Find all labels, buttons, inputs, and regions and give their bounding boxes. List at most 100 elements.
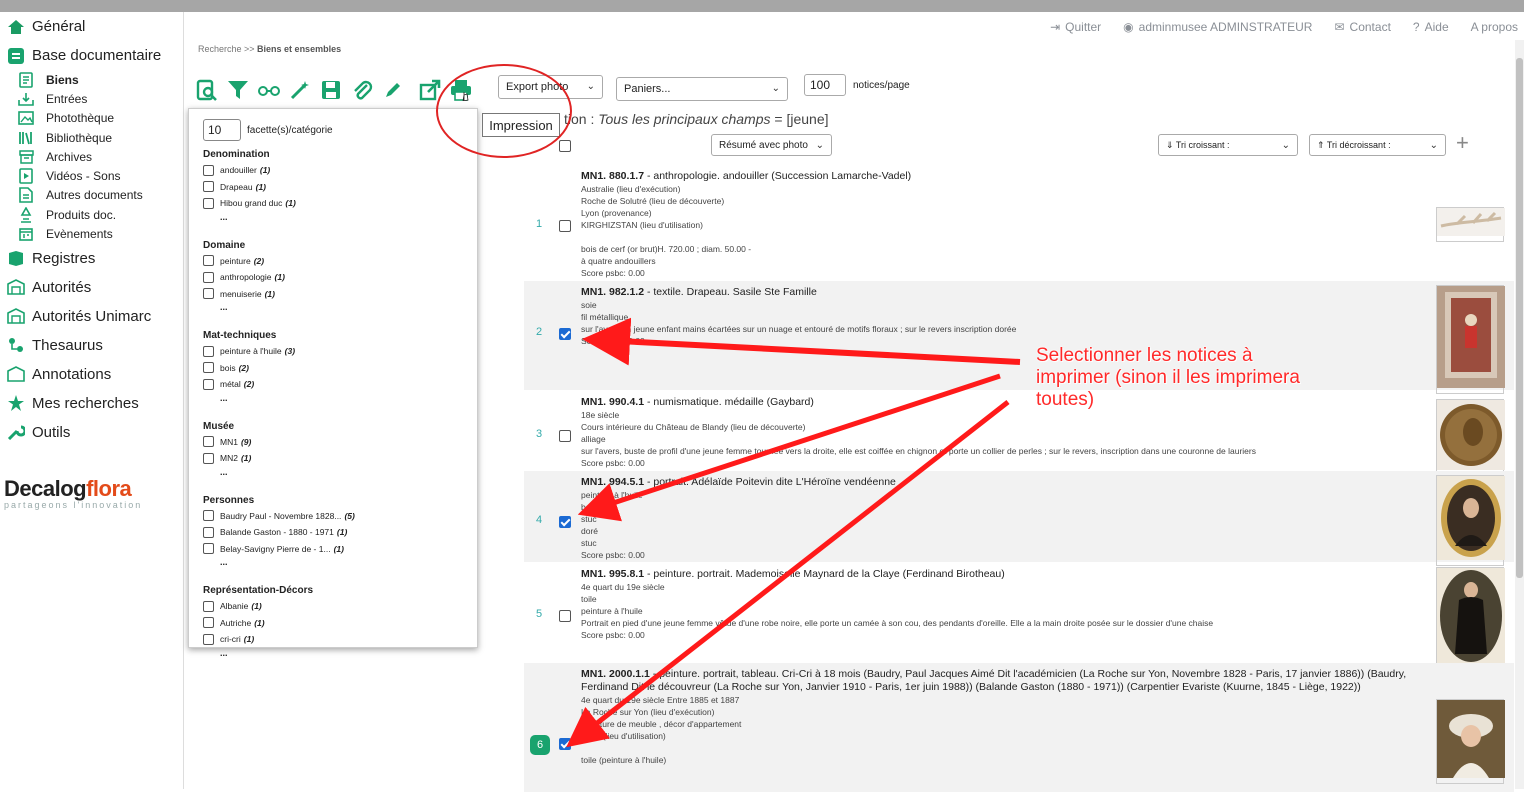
sidebar-item-phototh-que[interactable]: Photothèque: [0, 109, 183, 128]
help-link[interactable]: ? Aide: [1413, 20, 1449, 34]
facet-item[interactable]: Hibou grand duc (1): [203, 195, 463, 212]
facet-item[interactable]: Drapeau (1): [203, 179, 463, 196]
result-title[interactable]: MN1. 994.5.1 - portrait. Adélaïde Poitev…: [581, 476, 1431, 489]
facet-more-link[interactable]: ...: [203, 302, 463, 316]
facet-more-link[interactable]: ...: [203, 212, 463, 226]
sidebar-item-entr-es[interactable]: Entrées: [0, 89, 183, 108]
nav-base-documentaire[interactable]: Base documentaire: [0, 41, 183, 70]
sidebar-item-archives[interactable]: Archives: [0, 147, 183, 166]
display-mode-select[interactable]: Résumé avec photo ⌄: [711, 134, 832, 156]
contact-link[interactable]: ✉ Contact: [1334, 20, 1390, 34]
quit-link[interactable]: ⇥ Quitter: [1050, 20, 1101, 34]
facet-count-input[interactable]: 10: [203, 119, 241, 141]
facet-item[interactable]: bois (2): [203, 360, 463, 377]
result-checkbox[interactable]: [559, 430, 571, 442]
facet-item[interactable]: métal (2): [203, 376, 463, 393]
result-thumbnail[interactable]: [1436, 475, 1505, 566]
baskets-select[interactable]: Paniers... ⌄: [616, 77, 788, 101]
facet-checkbox[interactable]: [203, 617, 214, 629]
facet-more-link[interactable]: ...: [203, 467, 463, 481]
facet-checkbox[interactable]: [203, 288, 214, 300]
facet-item[interactable]: anthropologie (1): [203, 269, 463, 286]
facet-item[interactable]: Balande Gaston - 1880 - 1971 (1): [203, 524, 463, 541]
nav-mes-recherches[interactable]: Mes recherches: [0, 389, 183, 418]
select-all-checkbox[interactable]: [559, 140, 571, 152]
result-checkbox[interactable]: [559, 328, 571, 340]
facet-item[interactable]: Baudry Paul - Novembre 1828... (5): [203, 508, 463, 525]
result-row[interactable]: 1 MN1. 880.1.7 - anthropologie. andouille…: [524, 165, 1514, 281]
result-title[interactable]: MN1. 880.1.7 - anthropologie. andouiller…: [581, 170, 1431, 183]
edit-icon[interactable]: [379, 76, 407, 104]
result-checkbox[interactable]: [559, 516, 571, 528]
result-thumbnail[interactable]: [1436, 285, 1505, 394]
add-sort-button[interactable]: +: [1456, 130, 1469, 156]
facet-checkbox[interactable]: [203, 543, 214, 555]
facet-checkbox[interactable]: [203, 362, 214, 374]
facet-item[interactable]: peinture à l'huile (3): [203, 343, 463, 360]
facet-more-link[interactable]: ...: [203, 648, 463, 662]
attachment-icon[interactable]: [348, 76, 376, 104]
sidebar-item-vid-os-sons[interactable]: Vidéos - Sons: [0, 166, 183, 185]
glasses-icon[interactable]: [255, 76, 283, 104]
facet-checkbox[interactable]: [203, 197, 214, 209]
facet-checkbox[interactable]: [203, 345, 214, 357]
facet-item[interactable]: andouiller (1): [203, 162, 463, 179]
facet-checkbox[interactable]: [203, 164, 214, 176]
facet-item[interactable]: menuiserie (1): [203, 286, 463, 303]
filter-icon[interactable]: [224, 76, 252, 104]
facet-checkbox[interactable]: [203, 633, 214, 645]
result-title[interactable]: MN1. 995.8.1 - peinture. portrait. Madem…: [581, 568, 1431, 581]
sidebar-item-autres-documents[interactable]: Autres documents: [0, 186, 183, 205]
facet-checkbox[interactable]: [203, 378, 214, 390]
facet-item[interactable]: cri-cri (1): [203, 631, 463, 648]
scrollbar-thumb[interactable]: [1516, 58, 1523, 578]
preview-icon[interactable]: [193, 76, 221, 104]
facet-item[interactable]: MN1 (9): [203, 434, 463, 451]
result-checkbox[interactable]: [559, 220, 571, 232]
nav-thesaurus[interactable]: Thesaurus: [0, 331, 183, 360]
facet-checkbox[interactable]: [203, 271, 214, 283]
sort-asc-select[interactable]: ⇓ Tri croissant : ⌄: [1158, 134, 1298, 156]
result-thumbnail[interactable]: [1436, 699, 1505, 784]
nav-autorit-s-unimarc[interactable]: Autorités Unimarc: [0, 302, 183, 331]
result-row[interactable]: 3 MN1. 990.4.1 - numismatique. médaille (…: [524, 391, 1514, 476]
result-checkbox[interactable]: [559, 738, 571, 750]
result-title[interactable]: MN1. 982.1.2 - textile. Drapeau. Sasile …: [581, 286, 1431, 299]
facet-item[interactable]: MN2 (1): [203, 450, 463, 467]
per-page-input[interactable]: 100: [804, 74, 846, 96]
result-title[interactable]: MN1. 2000.1.1 - peinture. portrait, tabl…: [581, 668, 1431, 694]
facet-item[interactable]: Albanie (1): [203, 598, 463, 615]
nav-annotations[interactable]: Annotations: [0, 360, 183, 389]
nav-registres[interactable]: Registres: [0, 244, 183, 273]
nav-general[interactable]: Général: [0, 12, 183, 41]
result-thumbnail[interactable]: [1436, 567, 1505, 670]
sidebar-item-ev-nements[interactable]: Evènements: [0, 224, 183, 243]
user-link[interactable]: ◉ adminmusee ADMINSTRATEUR: [1123, 20, 1312, 34]
facet-checkbox[interactable]: [203, 526, 214, 538]
scrollbar[interactable]: [1515, 40, 1524, 789]
result-checkbox[interactable]: [559, 610, 571, 622]
nav-autorit-s[interactable]: Autorités: [0, 273, 183, 302]
result-thumbnail[interactable]: [1436, 399, 1505, 476]
facet-more-link[interactable]: ...: [203, 557, 463, 571]
sort-desc-select[interactable]: ⇑ Tri décroissant : ⌄: [1309, 134, 1446, 156]
facet-item[interactable]: Autriche (1): [203, 615, 463, 632]
result-row[interactable]: 6 MN1. 2000.1.1 - peinture. portrait, tab…: [524, 663, 1514, 793]
sidebar-item-biblioth-que[interactable]: Bibliothèque: [0, 128, 183, 147]
facet-more-link[interactable]: ...: [203, 393, 463, 407]
facet-checkbox[interactable]: [203, 600, 214, 612]
facet-item[interactable]: Belay-Savigny Pierre de - 1... (1): [203, 541, 463, 558]
result-row[interactable]: 4 MN1. 994.5.1 - portrait. Adélaïde Poite…: [524, 471, 1514, 566]
result-row[interactable]: 2 MN1. 982.1.2 - textile. Drapeau. Sasile…: [524, 281, 1514, 394]
sidebar-item-produits-doc-[interactable]: Produits doc.: [0, 205, 183, 224]
facet-checkbox[interactable]: [203, 436, 214, 448]
facet-checkbox[interactable]: [203, 452, 214, 464]
save-icon[interactable]: [317, 76, 345, 104]
about-link[interactable]: A propos: [1471, 20, 1518, 34]
nav-outils[interactable]: Outils: [0, 418, 183, 447]
magic-wand-icon[interactable]: [286, 76, 314, 104]
facet-item[interactable]: peinture (2): [203, 253, 463, 270]
result-title[interactable]: MN1. 990.4.1 - numismatique. médaille (G…: [581, 396, 1431, 409]
sidebar-item-biens[interactable]: Biens: [0, 70, 183, 89]
facet-checkbox[interactable]: [203, 510, 214, 522]
